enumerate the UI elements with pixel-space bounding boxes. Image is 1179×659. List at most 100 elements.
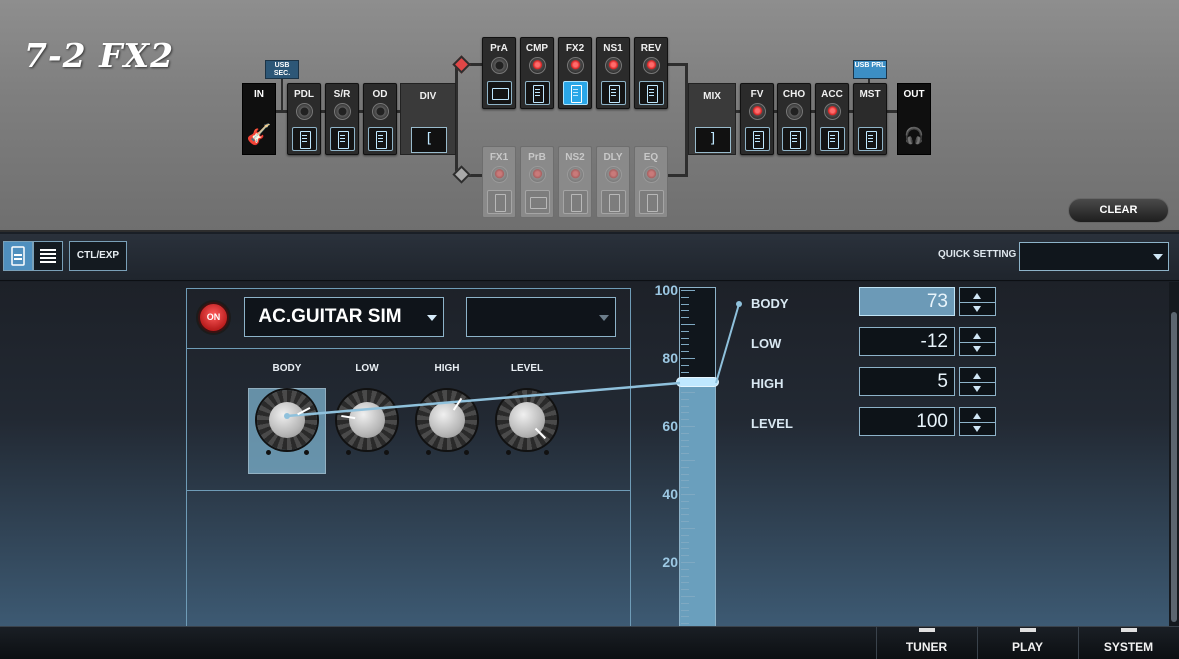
led-indicator	[372, 103, 389, 120]
list-view-button[interactable]	[33, 241, 63, 271]
scrollbar[interactable]	[1169, 282, 1179, 626]
effect-type-value: AC.GUITAR SIM	[258, 306, 402, 327]
block-pra[interactable]: PrA	[482, 37, 516, 109]
pedal-icon	[820, 127, 845, 151]
block-cho[interactable]: CHO	[777, 83, 811, 155]
block-mst[interactable]: MST	[853, 83, 887, 155]
knob-high[interactable]	[417, 390, 477, 450]
knob-pointer	[341, 414, 356, 420]
knob-dial[interactable]	[337, 390, 397, 450]
chevron-up-icon[interactable]	[973, 333, 981, 339]
input-block[interactable]: IN 🎸	[242, 83, 276, 155]
slider-tick	[681, 589, 689, 591]
block-label: DLY	[603, 152, 623, 163]
slider-tick	[681, 500, 689, 502]
param-stepper-high[interactable]	[959, 367, 996, 396]
chevron-down-icon[interactable]	[973, 306, 981, 312]
param-value-body[interactable]: 73	[859, 287, 955, 316]
scrollbar-thumb[interactable]	[1171, 312, 1177, 622]
pedal-icon	[368, 127, 393, 151]
block-fx1[interactable]: FX1	[482, 146, 516, 218]
chevron-down-icon[interactable]	[973, 426, 981, 432]
mixer-icon: ]	[695, 127, 731, 153]
block-pdl[interactable]: PDL	[287, 83, 321, 155]
block-dly[interactable]: DLY	[596, 146, 630, 218]
divider-block[interactable]: DIV [	[400, 83, 456, 155]
clear-button[interactable]: CLEAR	[1068, 198, 1169, 223]
knob-min-dot	[426, 450, 431, 455]
block-od[interactable]: OD	[363, 83, 397, 155]
pedal-icon	[563, 81, 588, 105]
knob-label-low: LOW	[355, 363, 379, 374]
slider-tick	[681, 582, 689, 584]
knob-dial[interactable]	[417, 390, 477, 450]
knob-body[interactable]	[257, 390, 317, 450]
system-button[interactable]: SYSTEM	[1078, 626, 1178, 659]
chevron-up-icon[interactable]	[973, 293, 981, 299]
panel-view-button[interactable]	[3, 241, 33, 271]
mixer-block[interactable]: MIX ]	[688, 83, 736, 155]
slider-tick	[681, 466, 689, 468]
param-label-high: HIGH	[751, 376, 784, 391]
tuner-button[interactable]: TUNER	[876, 626, 976, 659]
slider-thumb[interactable]	[676, 376, 719, 387]
knob-dial[interactable]	[497, 390, 557, 450]
block-fv[interactable]: FV	[740, 83, 774, 155]
block-rev[interactable]: REV	[634, 37, 668, 109]
slider-tick	[681, 534, 689, 536]
guitar-icon: 🎸	[246, 124, 272, 146]
knob-max-dot	[384, 450, 389, 455]
pedal-icon	[858, 127, 883, 151]
block-ns2[interactable]: NS2	[558, 146, 592, 218]
param-stepper-low[interactable]	[959, 327, 996, 356]
chevron-up-icon[interactable]	[973, 413, 981, 419]
slider-tick	[681, 392, 695, 393]
output-block[interactable]: OUT 🎧	[897, 83, 931, 155]
slider-tick	[681, 609, 689, 611]
block-acc[interactable]: ACC	[815, 83, 849, 155]
list-icon	[40, 249, 56, 263]
pedal-icon	[639, 81, 664, 105]
block-ns1[interactable]: NS1	[596, 37, 630, 109]
block-sr[interactable]: S/R	[325, 83, 359, 155]
chevron-up-icon[interactable]	[973, 373, 981, 379]
chevron-down-icon[interactable]	[973, 386, 981, 392]
effect-chain-panel: 7-2 FX2 IN 🎸 USB SEC. PDL S/R OD DIV [P…	[0, 0, 1179, 232]
pedal-icon	[601, 190, 626, 214]
block-cmp[interactable]: CMP	[520, 37, 554, 109]
param-value-level[interactable]: 100	[859, 407, 955, 436]
pedal-icon	[601, 81, 626, 105]
param-label-level: LEVEL	[751, 416, 793, 431]
block-eq[interactable]: EQ	[634, 146, 668, 218]
effect-subtype-select[interactable]	[466, 297, 616, 337]
quick-setting-select[interactable]	[1019, 242, 1169, 271]
knob-dial[interactable]	[257, 390, 317, 450]
knob-min-dot	[346, 450, 351, 455]
chevron-down-icon[interactable]	[973, 346, 981, 352]
knob-level[interactable]	[497, 390, 557, 450]
slider-tick	[681, 616, 689, 618]
param-stepper-body[interactable]	[959, 287, 996, 316]
led-indicator	[643, 166, 660, 183]
ctl-exp-button[interactable]: CTL/EXP	[69, 241, 127, 271]
block-fx2[interactable]: FX2	[558, 37, 592, 109]
effect-type-select[interactable]: AC.GUITAR SIM	[244, 297, 444, 337]
led-indicator	[491, 166, 508, 183]
knob-pointer	[452, 397, 463, 411]
slider-tick-label: 20	[662, 554, 678, 570]
led-indicator	[786, 103, 803, 120]
block-prb[interactable]: PrB	[520, 146, 554, 218]
param-value-high[interactable]: 5	[859, 367, 955, 396]
param-stepper-level[interactable]	[959, 407, 996, 436]
effect-on-button[interactable]: ON	[198, 302, 229, 333]
knob-label-high: HIGH	[434, 363, 460, 374]
slider-tick	[681, 568, 689, 570]
slider-tick	[681, 494, 695, 495]
block-label: REV	[640, 43, 662, 54]
slider-tick	[681, 324, 695, 325]
play-button[interactable]: PLAY	[977, 626, 1077, 659]
knob-low[interactable]	[337, 390, 397, 450]
slider-tick	[681, 405, 689, 407]
param-value-low[interactable]: -12	[859, 327, 955, 356]
play-label: PLAY	[1012, 640, 1043, 654]
